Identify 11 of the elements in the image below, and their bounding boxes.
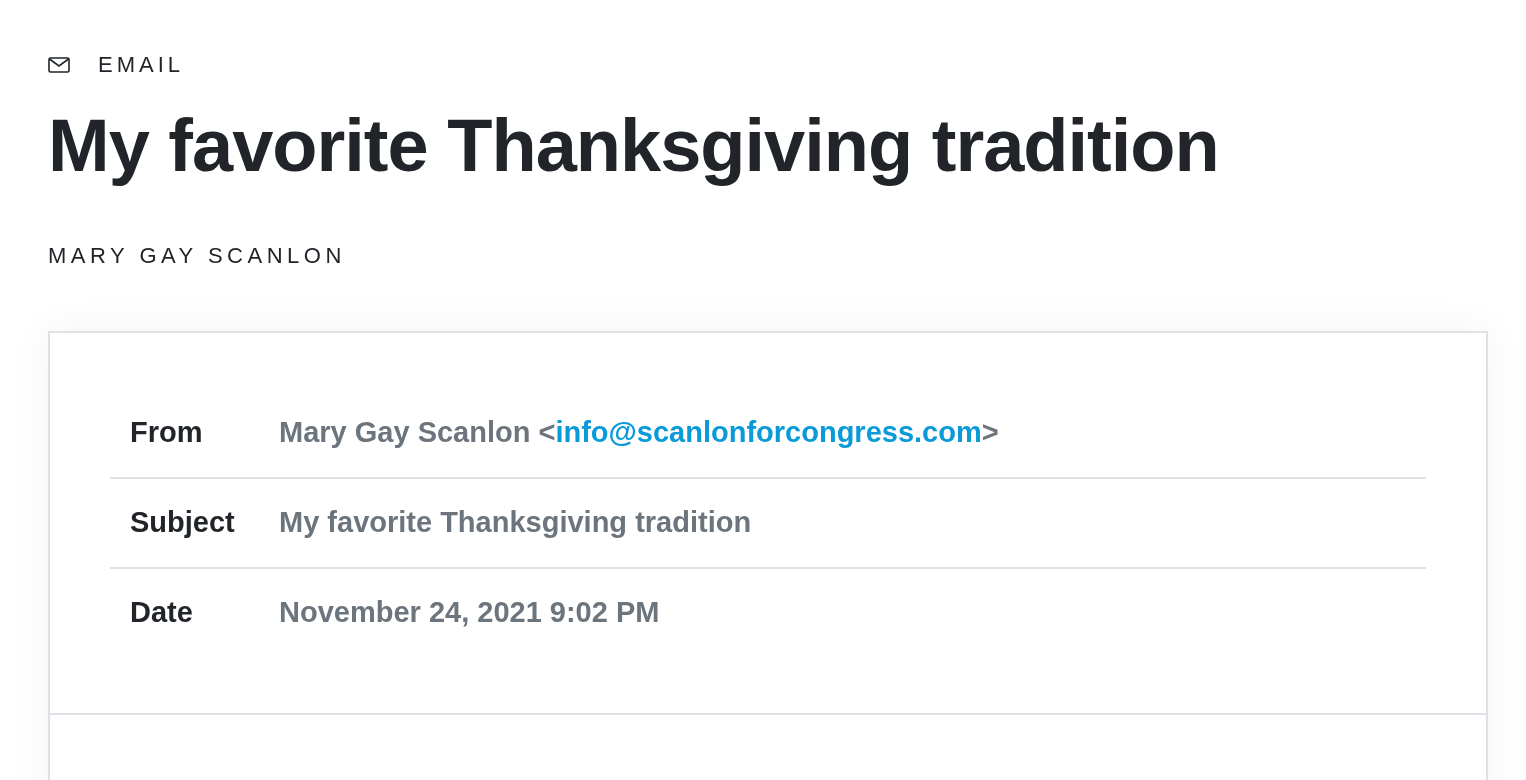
header-label: Subject	[130, 506, 236, 540]
page-title: My favorite Thanksgiving tradition	[48, 103, 1220, 189]
author-name: MARY GAY SCANLON	[48, 242, 347, 269]
header-value: Mary Gay Scanlon <info@scanlonforcongress.com>	[279, 416, 999, 450]
header-label: Date	[130, 596, 194, 630]
header-label: From	[130, 416, 204, 450]
category-label: EMAIL	[98, 52, 185, 78]
envelope-icon	[48, 57, 70, 73]
header-value: My favorite Thanksgiving tradition	[279, 506, 752, 540]
header-value: November 24, 2021 9:02 PM	[279, 596, 660, 630]
email-link[interactable]: info@scanlonforcongress.com	[555, 416, 982, 449]
